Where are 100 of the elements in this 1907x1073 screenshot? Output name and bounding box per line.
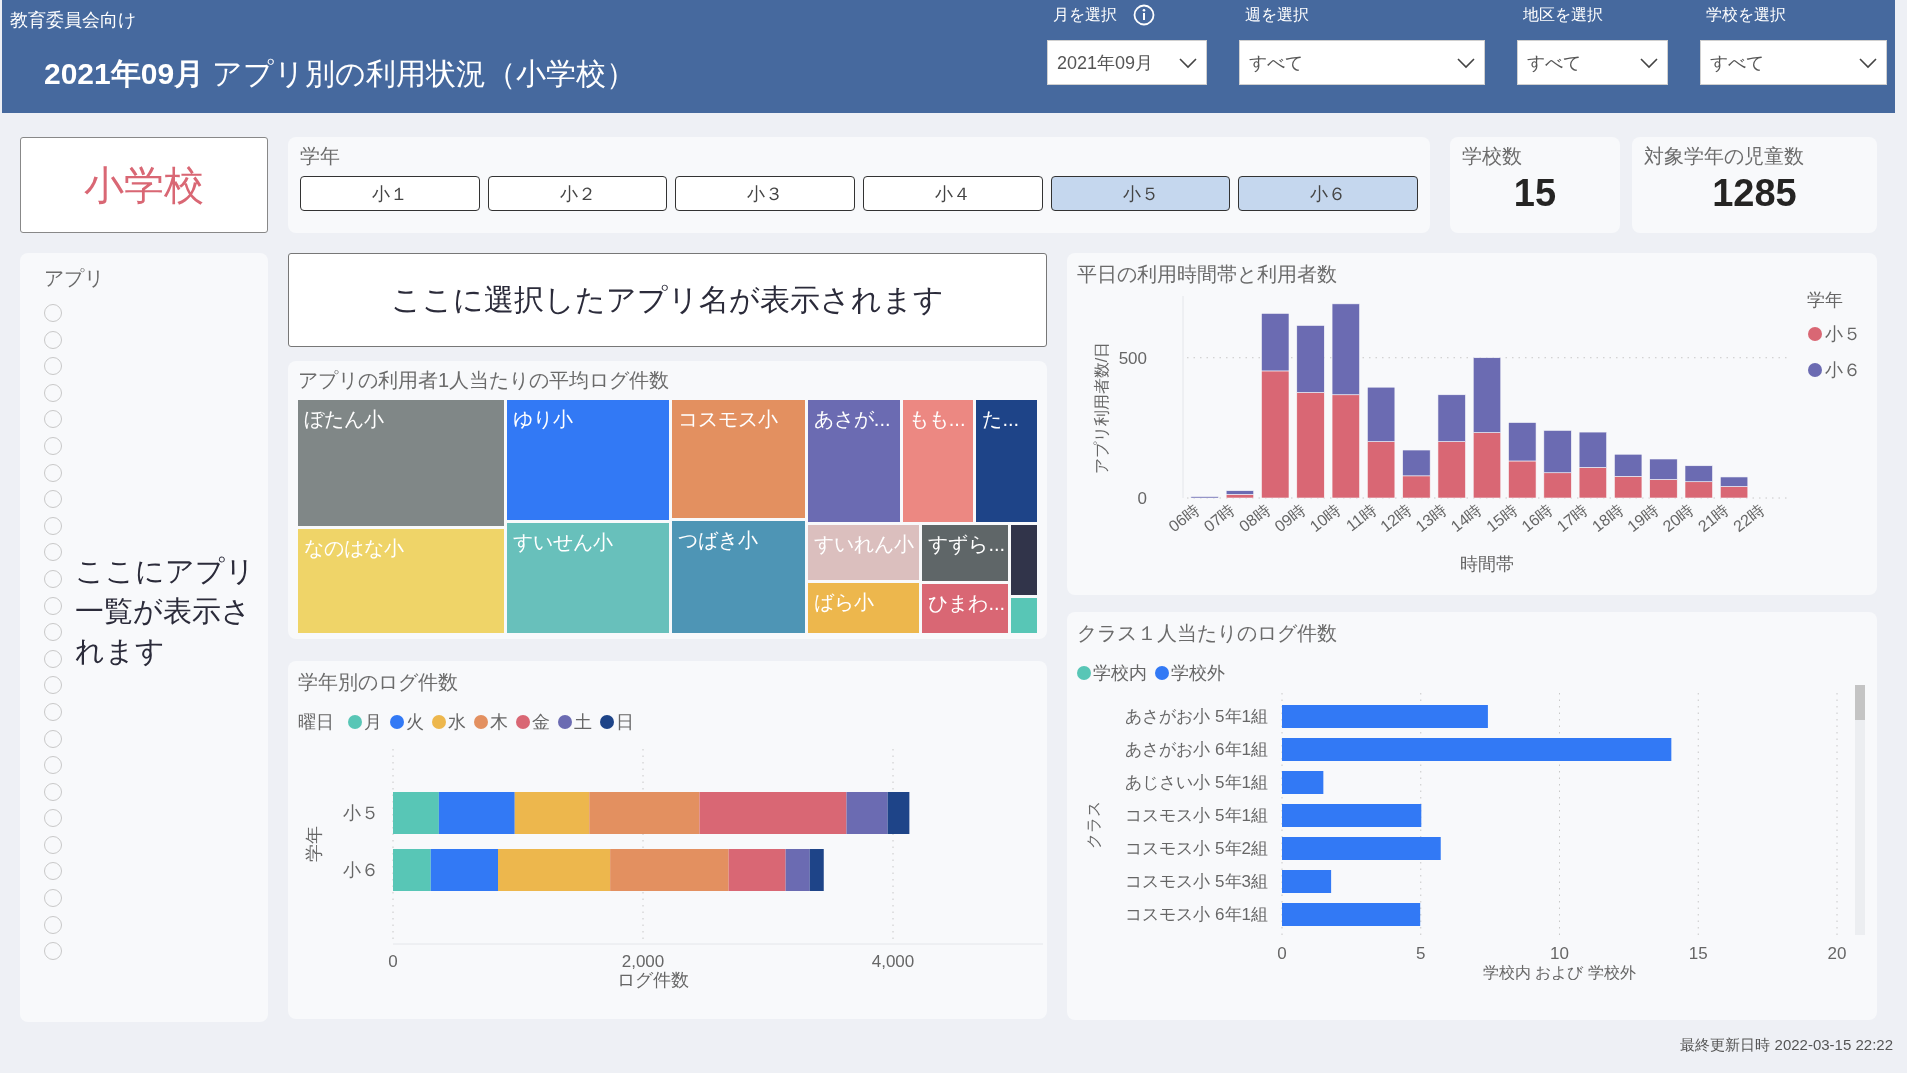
- axis-tick-label: 22時: [1730, 500, 1768, 536]
- axis-tick-label: 13時: [1412, 500, 1450, 536]
- grade-button[interactable]: 小５: [1050, 176, 1231, 211]
- bar-segment: [1472, 432, 1502, 499]
- axis-category-label: 小６: [343, 860, 379, 880]
- legend-title: 学年: [1807, 290, 1843, 310]
- app-name-text: ここに選択したアプリ名が表示されます: [391, 281, 944, 318]
- bar: [1282, 771, 1324, 794]
- bar-segment: [1578, 467, 1607, 499]
- axis-tick-label: 06時: [1165, 500, 1203, 536]
- chevron-down-icon: [1178, 56, 1198, 69]
- chart-title: クラス１人当たりのログ件数: [1077, 621, 1338, 646]
- dropdown[interactable]: すべて: [1517, 40, 1668, 85]
- axis-tick-label: 16時: [1518, 500, 1556, 536]
- treemap-tile[interactable]: ぼたん小: [298, 400, 504, 526]
- bar-segment: [1614, 476, 1643, 499]
- axis-category-label: コスモス小 5年2組: [1125, 839, 1268, 858]
- axis-tick-label: 15時: [1483, 500, 1521, 536]
- legend-label: 日: [616, 711, 634, 734]
- filter-label: 学校を選択: [1706, 4, 1786, 25]
- scrollbar[interactable]: [1855, 685, 1865, 935]
- treemap-tile[interactable]: [1011, 598, 1037, 633]
- chevron-down-icon: [1858, 56, 1878, 69]
- axis-tick-label: 4,000: [871, 952, 915, 971]
- bar-segment: [1649, 458, 1678, 480]
- bar-segment: [1367, 441, 1396, 499]
- bar-segment: [1508, 460, 1537, 499]
- legend-label: 金: [532, 711, 550, 734]
- kpi-label: 対象学年の児童数: [1644, 144, 1805, 169]
- axis-tick-label: 11時: [1342, 500, 1379, 535]
- treemap-tile[interactable]: あさが...: [807, 400, 900, 523]
- axis-tick-label: 12時: [1377, 500, 1415, 536]
- axis-category-label: コスモス小 5年3組: [1125, 872, 1268, 891]
- axis-category-label: あさがお小 5年1組: [1125, 707, 1268, 726]
- axis-category-label: コスモス小 5年1組: [1125, 806, 1268, 825]
- axis-title: アプリ利用者数/日: [1093, 341, 1110, 475]
- header-subtitle: 教育委員会向け: [10, 9, 137, 32]
- axis-category-label: 小５: [343, 803, 379, 823]
- scrollbar-thumb[interactable]: [1855, 685, 1865, 720]
- legend-label: 土: [574, 711, 592, 734]
- dropdown[interactable]: すべて: [1700, 40, 1887, 85]
- axis-tick-label: 500: [1118, 348, 1147, 368]
- treemap-tile[interactable]: つばき小: [671, 520, 805, 633]
- treemap-tile[interactable]: [1011, 525, 1037, 596]
- axis-tick-label: 09時: [1271, 500, 1309, 536]
- axis-tick-label: 19時: [1624, 500, 1662, 536]
- slicer-title: 学年: [300, 144, 341, 169]
- legend-label: 学校内: [1093, 662, 1147, 685]
- kpi-label: 学校数: [1462, 144, 1523, 169]
- grade-button[interactable]: 小４: [863, 176, 1043, 211]
- grade-button[interactable]: 小１: [300, 176, 480, 211]
- axis-tick-label: 08時: [1236, 500, 1274, 536]
- axis-tick-label: 20: [1827, 944, 1847, 963]
- filter-label: 月を選択: [1053, 4, 1117, 25]
- legend-label: 月: [364, 711, 382, 734]
- axis-tick-label: 2,000: [621, 952, 665, 971]
- axis-tick-label: 10: [1550, 944, 1569, 963]
- treemap-tile[interactable]: た...: [976, 400, 1037, 523]
- grade-button[interactable]: 小６: [1238, 176, 1419, 211]
- axis-tick-label: 10時: [1306, 500, 1344, 536]
- axis-category-label: あさがお小 6年1組: [1125, 740, 1268, 759]
- kpi-value: 1285: [1711, 172, 1798, 215]
- bar: [1282, 870, 1332, 893]
- treemap-tile[interactable]: すずら...: [922, 525, 1009, 581]
- grade-button[interactable]: 小３: [675, 176, 855, 211]
- axis-tick-label: 07時: [1200, 500, 1238, 536]
- dropdown[interactable]: 2021年09月: [1047, 40, 1207, 85]
- axis-tick-label: 15: [1688, 944, 1708, 963]
- dropdown-value: すべて: [1249, 51, 1303, 75]
- filter-label: 週を選択: [1245, 4, 1309, 25]
- dropdown-value: すべて: [1527, 51, 1581, 75]
- bar-segment: [1367, 386, 1396, 442]
- axis-tick-label: 0: [388, 952, 398, 971]
- chevron-down-icon: [1639, 56, 1659, 69]
- bar-segment: [1190, 496, 1219, 499]
- legend-label: 水: [448, 711, 466, 734]
- last-updated-text: 最終更新日時 2022-03-15 22:22: [1680, 1036, 1893, 1055]
- axis-category-label: コスモス小 6年1組: [1125, 905, 1268, 924]
- dropdown-value: すべて: [1710, 51, 1764, 75]
- legend-label: 木: [490, 711, 508, 734]
- dropdown[interactable]: すべて: [1239, 40, 1485, 85]
- legend-title: 曜日: [298, 711, 334, 734]
- page-title: 2021年09月 アプリ別の利用状況（小学校）: [44, 56, 637, 92]
- info-icon[interactable]: [1133, 4, 1155, 26]
- bar-segment: [1578, 431, 1607, 468]
- grade-button[interactable]: 小２: [487, 176, 668, 211]
- axis-tick-label: 18時: [1588, 500, 1626, 536]
- axis-tick-label: 21時: [1694, 500, 1732, 536]
- treemap-tile[interactable]: ひまわ...: [922, 583, 1009, 633]
- axis-title: 時間帯: [1460, 554, 1514, 574]
- axis-tick-label: 14時: [1447, 500, 1485, 536]
- axis-title: ログ件数: [617, 970, 689, 989]
- treemap-tile[interactable]: ゆり小: [506, 400, 669, 520]
- chart-title: 学年別のログ件数: [298, 670, 459, 695]
- axis-tick-label: 17時: [1553, 500, 1591, 536]
- legend-label: 学校外: [1171, 662, 1225, 685]
- chart-title: 平日の利用時間帯と利用者数: [1077, 262, 1338, 287]
- bar-segment: [1508, 422, 1537, 462]
- axis-category-label: あじさい小 5年1組: [1125, 773, 1268, 792]
- axis-tick-label: 5: [1416, 944, 1426, 963]
